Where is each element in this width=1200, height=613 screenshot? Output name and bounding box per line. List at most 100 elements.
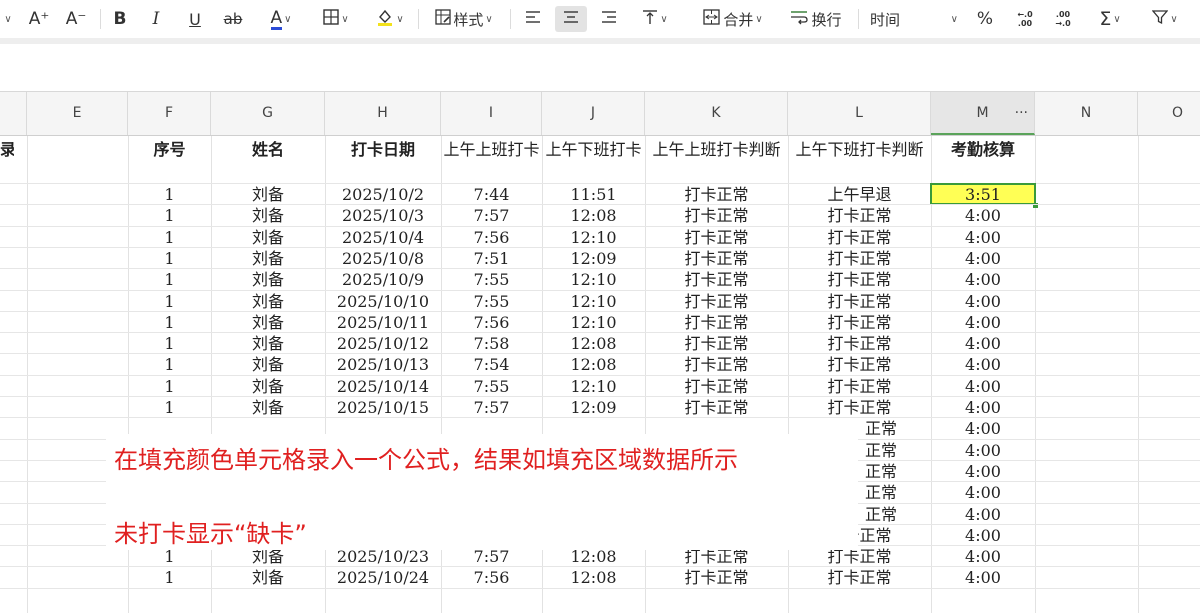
cell-am-out[interactable]: 12:08 (542, 354, 645, 375)
cell-am-out[interactable]: 11:51 (542, 184, 645, 205)
cell-date[interactable]: 2025/10/4 (325, 227, 441, 248)
cell-am-in[interactable]: 7:55 (441, 269, 542, 290)
increase-decimal-button[interactable]: ←.0 .00 (1010, 6, 1040, 32)
cell-am-out[interactable]: 12:10 (542, 291, 645, 312)
column-header-h[interactable]: H (325, 92, 441, 135)
italic-button[interactable]: I (145, 6, 167, 32)
cell-date[interactable]: 2025/10/3 (325, 205, 441, 226)
cell-am-out-check[interactable]: 打卡正常 (788, 312, 931, 333)
cell-seq[interactable]: 1 (128, 248, 211, 269)
header-cell-attendance[interactable]: 考勤核算 (931, 140, 1035, 160)
cell-attendance[interactable]: 4:00 (931, 227, 1035, 248)
cell-seq[interactable]: 1 (128, 184, 211, 205)
strikethrough-button[interactable]: ab (220, 6, 246, 32)
cell-style-button[interactable]: 样式 ∨ (426, 6, 502, 32)
cell-am-out-check[interactable]: 打卡正常 (788, 567, 931, 588)
cell-name[interactable]: 刘备 (211, 397, 325, 418)
cell-am-out[interactable]: 12:08 (542, 333, 645, 354)
wrap-text-button[interactable]: 换行 (786, 6, 846, 32)
merge-cells-button[interactable]: 合并 ∨ (692, 6, 774, 32)
cell-name[interactable]: 刘备 (211, 227, 325, 248)
cell-am-in[interactable]: 7:56 (441, 227, 542, 248)
cell-am-in-check[interactable]: 打卡正常 (645, 184, 788, 205)
cell-seq[interactable]: 1 (128, 333, 211, 354)
cell-date[interactable]: 2025/10/10 (325, 291, 441, 312)
column-header-e[interactable]: E (27, 92, 128, 135)
cell-attendance[interactable]: 4:00 (931, 504, 1035, 525)
cell-am-out[interactable]: 12:08 (542, 567, 645, 588)
cell-am-out[interactable]: 12:09 (542, 248, 645, 269)
column-header-i[interactable]: I (441, 92, 542, 135)
cell-name[interactable]: 刘备 (211, 205, 325, 226)
decrease-decimal-button[interactable]: .00 →.0 (1048, 6, 1078, 32)
cell-attendance[interactable]: 4:00 (931, 333, 1035, 354)
cell-name[interactable]: 刘备 (211, 248, 325, 269)
cell-am-out-check[interactable]: 打卡正常 (788, 269, 931, 290)
vertical-align-button[interactable]: ∨ (634, 6, 676, 32)
cell-am-out-check[interactable]: 打卡正常 (788, 354, 931, 375)
cell-name[interactable]: 刘备 (211, 291, 325, 312)
filter-button[interactable]: ∨ (1142, 6, 1188, 32)
cell-am-in[interactable]: 7:57 (441, 397, 542, 418)
cell-am-out[interactable]: 12:10 (542, 227, 645, 248)
cell-date[interactable]: 2025/10/9 (325, 269, 441, 290)
cell-am-in-check[interactable]: 打卡正常 (645, 269, 788, 290)
cell-am-in[interactable]: 7:44 (441, 184, 542, 205)
cell-date[interactable]: 2025/10/15 (325, 397, 441, 418)
cell-attendance[interactable]: 4:00 (931, 440, 1035, 461)
cell-am-in[interactable]: 7:55 (441, 291, 542, 312)
cell-am-in[interactable]: 7:57 (441, 205, 542, 226)
cell-am-out[interactable]: 12:08 (542, 205, 645, 226)
cell-am-out-check[interactable]: 打卡正常 (788, 397, 931, 418)
spreadsheet-grid[interactable]: 录 序号 姓名 打卡日期 上午上班打卡 上午下班打卡 上午上班打卡判断 上午下班… (0, 136, 1200, 613)
cell-seq[interactable]: 1 (128, 205, 211, 226)
header-cell-seq[interactable]: 序号 (128, 140, 211, 160)
header-cell-partial[interactable]: 录 (0, 140, 14, 160)
cell-am-out[interactable]: 12:10 (542, 269, 645, 290)
header-cell-am-out-check[interactable]: 上午下班打卡判断 (791, 140, 928, 160)
cell-am-out[interactable]: 12:09 (542, 397, 645, 418)
font-color-button[interactable]: A ∨ (260, 6, 302, 32)
fill-color-button[interactable]: ∨ (368, 6, 412, 32)
column-header-g[interactable]: G (211, 92, 325, 135)
cell-attendance[interactable]: 4:00 (931, 525, 1035, 546)
percent-button[interactable]: % (972, 6, 998, 32)
cell-seq[interactable]: 1 (128, 227, 211, 248)
cell-am-in-check[interactable]: 打卡正常 (645, 376, 788, 397)
cell-am-out-check[interactable]: 打卡正常 (788, 333, 931, 354)
column-header-k[interactable]: K (645, 92, 788, 135)
header-cell-am-out[interactable]: 上午下班打卡 (544, 140, 643, 160)
cell-am-in-check[interactable]: 打卡正常 (645, 227, 788, 248)
cell-attendance[interactable]: 4:00 (931, 397, 1035, 418)
column-header-o[interactable]: O (1138, 92, 1200, 135)
bold-button[interactable]: B (108, 6, 132, 32)
cell-name[interactable]: 刘备 (211, 567, 325, 588)
cell-seq[interactable]: 1 (128, 376, 211, 397)
cell-seq[interactable]: 1 (128, 312, 211, 333)
font-size-increase-button[interactable]: A⁺ (26, 6, 52, 32)
cell-name[interactable]: 刘备 (211, 184, 325, 205)
cell-attendance[interactable]: 4:00 (931, 205, 1035, 226)
cell-attendance[interactable]: 4:00 (931, 418, 1035, 439)
column-header-n[interactable]: N (1035, 92, 1138, 135)
cell-am-out[interactable]: 12:10 (542, 312, 645, 333)
cell-am-out[interactable]: 12:10 (542, 376, 645, 397)
cell-am-in[interactable]: 7:55 (441, 376, 542, 397)
cell-attendance[interactable]: 4:00 (931, 269, 1035, 290)
cell-attendance[interactable]: 3:51 (931, 184, 1035, 205)
cell-am-in-check[interactable]: 打卡正常 (645, 291, 788, 312)
autosum-button[interactable]: Σ ∨ (1088, 6, 1132, 32)
formula-bar-area[interactable] (0, 38, 1200, 92)
cell-seq[interactable]: 1 (128, 269, 211, 290)
cell-attendance[interactable]: 4:00 (931, 354, 1035, 375)
cell-name[interactable]: 刘备 (211, 269, 325, 290)
cell-date[interactable]: 2025/10/14 (325, 376, 441, 397)
column-header-f[interactable]: F (128, 92, 211, 135)
align-center-button[interactable] (555, 6, 587, 32)
cell-am-in-check[interactable]: 打卡正常 (645, 354, 788, 375)
cell-attendance[interactable]: 4:00 (931, 312, 1035, 333)
header-cell-am-in-check[interactable]: 上午上班打卡判断 (648, 140, 785, 160)
cell-date[interactable]: 2025/10/24 (325, 567, 441, 588)
column-header-m[interactable]: M ··· (931, 92, 1035, 135)
cell-attendance[interactable]: 4:00 (931, 291, 1035, 312)
